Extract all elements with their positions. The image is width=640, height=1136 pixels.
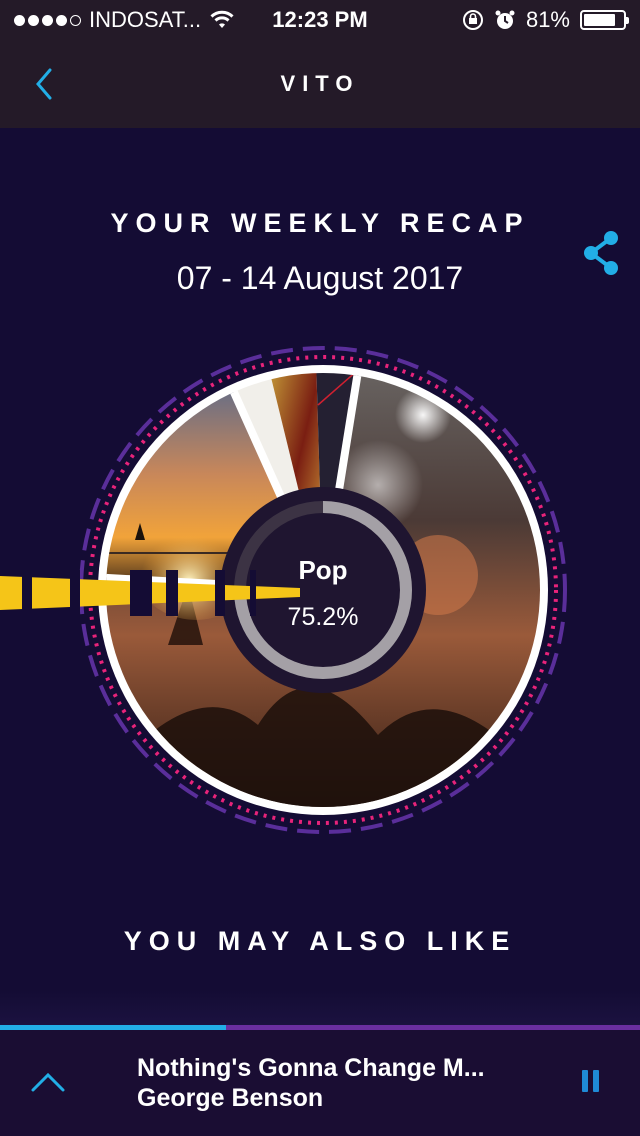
chevron-up-icon	[31, 1072, 65, 1092]
recommendation-strip	[0, 990, 640, 1026]
status-right: 81%	[462, 7, 629, 33]
wifi-icon	[210, 10, 234, 28]
alarm-icon	[495, 10, 515, 29]
status-left: INDOSAT...	[14, 7, 235, 33]
mini-player[interactable]: Nothing's Gonna Change M... George Benso…	[0, 1030, 640, 1136]
carrier-name: INDOSAT...	[89, 7, 202, 32]
genre-pointer-line	[0, 570, 300, 616]
pause-icon-bar	[593, 1070, 599, 1092]
weekly-recap-heading: YOUR WEEKLY RECAP	[110, 208, 530, 238]
battery-percent: 81%	[525, 7, 570, 32]
status-bar: INDOSAT... 12:23 PM 81%	[0, 0, 640, 40]
also-like-heading: YOU MAY ALSO LIKE	[123, 926, 517, 956]
expand-player-button[interactable]	[30, 1066, 66, 1096]
share-button[interactable]	[582, 228, 622, 278]
pause-button[interactable]	[582, 1070, 604, 1096]
battery-icon	[580, 10, 629, 30]
track-title: Nothing's Gonna Change M...	[137, 1054, 485, 1082]
pause-icon	[582, 1070, 588, 1092]
signal-strength-icon	[14, 14, 81, 26]
track-artist: George Benson	[137, 1084, 324, 1112]
battery-level	[584, 14, 615, 26]
nav-bar: VITO	[0, 40, 640, 128]
share-icon	[584, 231, 618, 275]
recap-date-range: 07 - 14 August 2017	[176, 260, 464, 296]
nav-title: VITO	[280, 71, 360, 96]
rotation-lock-icon	[462, 10, 483, 30]
chevron-left-icon	[36, 68, 52, 100]
back-button[interactable]	[24, 62, 64, 106]
